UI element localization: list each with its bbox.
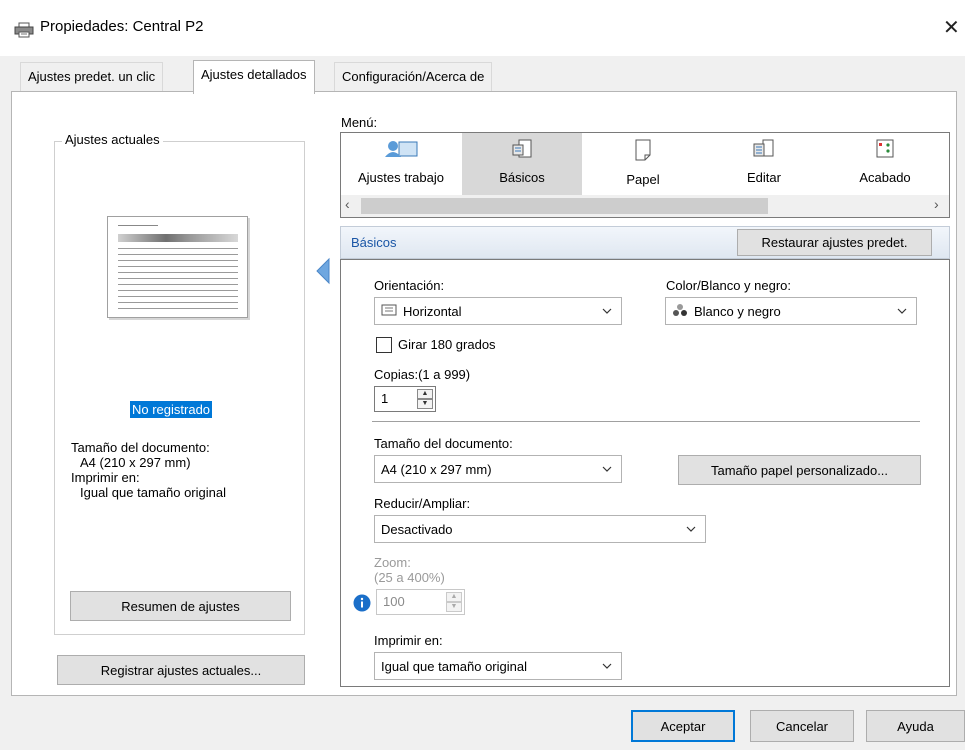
cancel-button[interactable]: Cancelar bbox=[750, 710, 854, 742]
zoom-label: Zoom: bbox=[374, 555, 411, 570]
job-settings-icon bbox=[381, 133, 421, 162]
color-mode-select[interactable]: Blanco y negro bbox=[665, 297, 917, 325]
tab-detailed-settings[interactable]: Ajustes detallados bbox=[193, 60, 315, 94]
edit-icon bbox=[751, 133, 777, 162]
chevron-down-icon bbox=[896, 305, 908, 320]
orientation-value: Horizontal bbox=[403, 303, 462, 319]
menu-item-paper[interactable]: Papel bbox=[583, 133, 703, 195]
spin-up-icon[interactable]: ▲ bbox=[417, 389, 433, 399]
menu-item-label: Ajustes trabajo bbox=[358, 170, 444, 185]
rotate-180-label: Girar 180 grados bbox=[398, 337, 496, 352]
menu-item-job-settings[interactable]: Ajustes trabajo bbox=[341, 133, 461, 195]
accept-button[interactable]: Aceptar bbox=[631, 710, 735, 742]
section-title: Básicos bbox=[351, 235, 397, 250]
restore-defaults-button[interactable]: Restaurar ajustes predet. bbox=[737, 229, 932, 256]
zoom-stepper[interactable]: ▲ ▼ bbox=[446, 592, 462, 612]
copies-input[interactable]: 1 ▲ ▼ bbox=[374, 386, 436, 412]
scroll-right-icon[interactable]: › bbox=[934, 196, 939, 212]
menu-item-label: Acabado bbox=[859, 170, 911, 185]
landscape-icon bbox=[381, 303, 397, 320]
document-preview bbox=[107, 216, 248, 318]
window-title: Propiedades: Central P2 bbox=[40, 18, 204, 35]
custom-paper-size-button[interactable]: Tamaño papel personalizado... bbox=[678, 455, 921, 485]
settings-summary-button[interactable]: Resumen de ajustes bbox=[70, 591, 291, 621]
reduce-enlarge-label: Reducir/Ampliar: bbox=[374, 496, 471, 511]
black-white-icon bbox=[672, 303, 688, 320]
menu-item-edit[interactable]: Editar bbox=[704, 133, 824, 195]
chevron-down-icon bbox=[601, 463, 613, 478]
color-mode-label: Color/Blanco y negro: bbox=[666, 278, 792, 293]
current-settings-title: Ajustes actuales bbox=[62, 132, 163, 147]
reduce-enlarge-value: Desactivado bbox=[381, 521, 453, 537]
doc-size-info-label: Tamaño del documento: bbox=[71, 440, 210, 455]
color-mode-value: Blanco y negro bbox=[694, 303, 781, 319]
doc-size-info-value: A4 (210 x 297 mm) bbox=[80, 455, 191, 470]
zoom-value: 100 bbox=[383, 594, 405, 609]
reduce-enlarge-select[interactable]: Desactivado bbox=[374, 515, 706, 543]
copies-value: 1 bbox=[381, 391, 389, 406]
info-icon[interactable] bbox=[353, 594, 371, 615]
register-settings-button[interactable]: Registrar ajustes actuales... bbox=[57, 655, 305, 685]
finishing-icon bbox=[874, 133, 896, 162]
print-on-label: Imprimir en: bbox=[374, 633, 443, 648]
print-on-select[interactable]: Igual que tamaño original bbox=[374, 652, 622, 680]
document-size-select[interactable]: A4 (210 x 297 mm) bbox=[374, 455, 622, 483]
chevron-down-icon bbox=[601, 660, 613, 675]
rotate-180-checkbox[interactable] bbox=[376, 337, 392, 353]
menu-scrollbar-thumb[interactable] bbox=[361, 198, 768, 214]
registration-status: No registrado bbox=[130, 401, 213, 418]
help-button[interactable]: Ayuda bbox=[866, 710, 965, 742]
printer-icon bbox=[14, 22, 34, 38]
copies-stepper[interactable]: ▲ ▼ bbox=[417, 389, 433, 409]
spin-down-icon[interactable]: ▼ bbox=[417, 399, 433, 409]
print-on-value: Igual que tamaño original bbox=[381, 658, 527, 674]
spin-down-icon[interactable]: ▼ bbox=[446, 602, 462, 612]
orientation-label: Orientación: bbox=[374, 278, 445, 293]
basic-settings-icon bbox=[511, 133, 533, 162]
menu-item-label: Papel bbox=[626, 172, 660, 187]
tab-one-click[interactable]: Ajustes predet. un clic bbox=[20, 62, 164, 92]
document-size-value: A4 (210 x 297 mm) bbox=[381, 461, 492, 477]
divider bbox=[372, 421, 920, 422]
collapse-panel-icon[interactable] bbox=[315, 257, 331, 288]
tab-configuration-about[interactable]: Configuración/Acerca de bbox=[334, 62, 493, 92]
chevron-down-icon bbox=[685, 523, 697, 538]
zoom-input[interactable]: 100 ▲ ▼ bbox=[376, 589, 465, 615]
copies-label: Copias:(1 a 999) bbox=[374, 367, 471, 382]
spin-up-icon[interactable]: ▲ bbox=[446, 592, 462, 602]
menu-item-basic[interactable]: Básicos bbox=[462, 133, 582, 195]
document-size-label: Tamaño del documento: bbox=[374, 436, 513, 451]
menu-label: Menú: bbox=[341, 115, 378, 130]
menu-item-label: Editar bbox=[747, 170, 781, 185]
zoom-range-label: (25 a 400%) bbox=[374, 570, 445, 585]
orientation-select[interactable]: Horizontal bbox=[374, 297, 622, 325]
menu-item-label: Básicos bbox=[499, 170, 545, 185]
print-on-info-label: Imprimir en: bbox=[71, 470, 140, 485]
menu-item-finishing[interactable]: Acabado bbox=[825, 133, 945, 195]
close-icon[interactable]: ✕ bbox=[943, 14, 960, 42]
paper-icon bbox=[634, 133, 652, 164]
chevron-down-icon bbox=[601, 305, 613, 320]
print-on-info-value: Igual que tamaño original bbox=[80, 485, 226, 500]
scroll-left-icon[interactable]: ‹ bbox=[345, 196, 350, 212]
